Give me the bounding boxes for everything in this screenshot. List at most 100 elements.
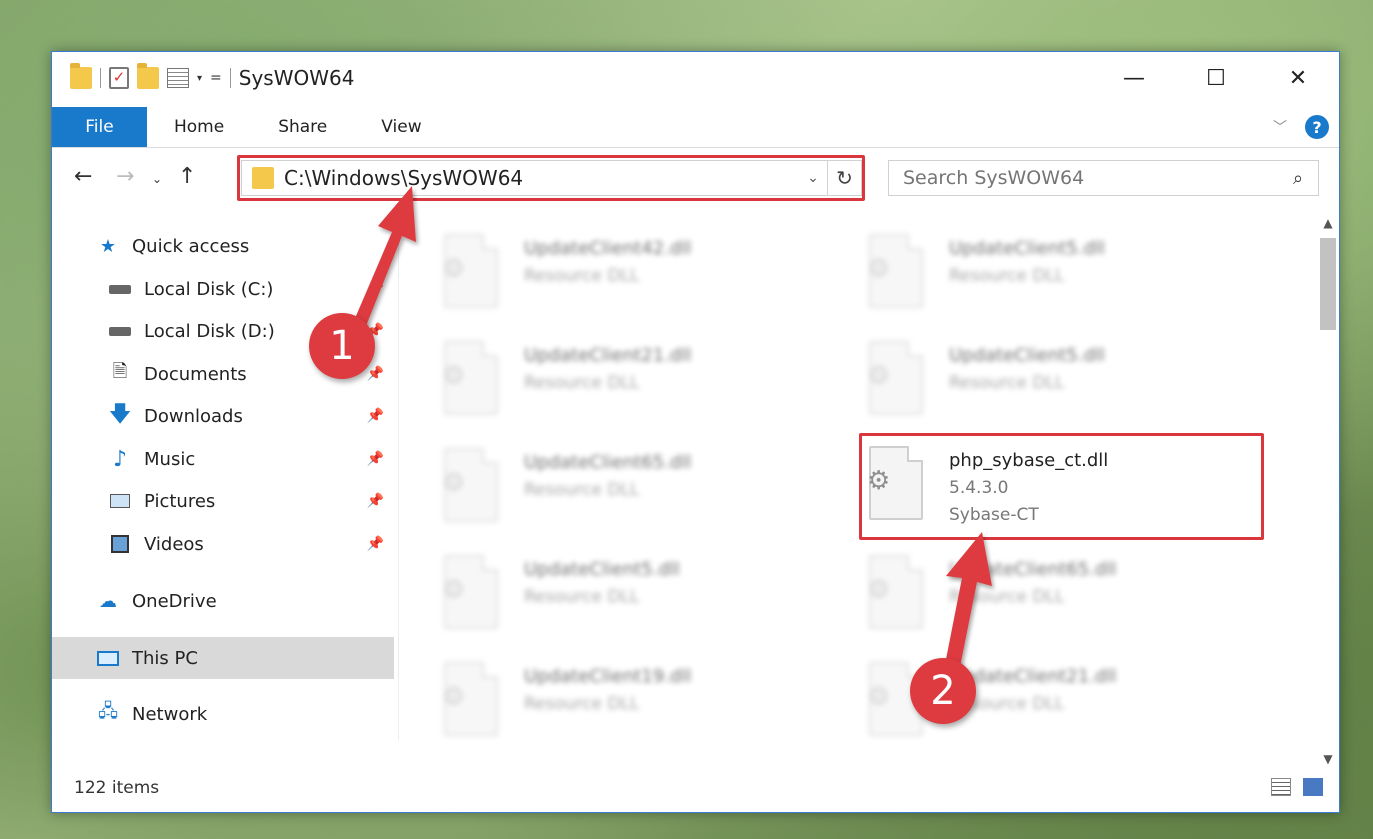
- minimize-button[interactable]: —: [1093, 52, 1175, 104]
- file-item[interactable]: ⚙ UpdateClient5.dll Resource DLL: [857, 333, 1257, 423]
- status-bar: 122 items: [52, 764, 1339, 812]
- chevron-down-icon[interactable]: ﹀: [1273, 117, 1287, 137]
- back-arrow-icon[interactable]: ←: [74, 164, 92, 189]
- large-icons-view-icon[interactable]: [1303, 778, 1323, 796]
- file-item[interactable]: ⚙ UpdateClient65.dll Resource DLL: [432, 440, 832, 530]
- file-type: Resource DLL: [949, 266, 1065, 286]
- sidebar-item-onedrive[interactable]: ☁ OneDrive: [52, 580, 394, 622]
- folder-icon: [70, 63, 92, 89]
- download-icon: 🡇: [108, 402, 132, 427]
- ribbon-divider: [52, 147, 1339, 148]
- file-item[interactable]: ⚙ UpdateClient65.dll Resource DLL: [857, 547, 1257, 637]
- tab-view[interactable]: View: [354, 107, 448, 147]
- details-view-icon[interactable]: [1271, 778, 1291, 796]
- video-icon: [108, 534, 132, 554]
- document-icon: 🗎: [112, 361, 128, 382]
- forward-arrow-icon[interactable]: →: [116, 164, 134, 189]
- scroll-up-icon[interactable]: ▲: [1317, 212, 1339, 234]
- file-item[interactable]: ⚙ UpdateClient5.dll Resource DLL: [432, 547, 832, 637]
- gear-icon: ⚙: [867, 682, 891, 712]
- file-type: Resource DLL: [524, 373, 640, 393]
- computer-icon: [96, 648, 120, 668]
- pin-icon[interactable]: 📌: [367, 536, 384, 552]
- gear-icon: ⚙: [867, 575, 891, 605]
- close-button[interactable]: ✕: [1257, 52, 1339, 104]
- vertical-scrollbar[interactable]: ▲ ▼: [1317, 212, 1339, 770]
- toolbar-separator: [100, 68, 101, 88]
- sidebar-item-downloads[interactable]: 🡇 Downloads 📌: [52, 395, 394, 437]
- properties-check-icon[interactable]: ✓: [109, 67, 129, 89]
- customize-toolbar-caret-icon[interactable]: ▾: [197, 73, 202, 84]
- tab-home[interactable]: Home: [147, 107, 251, 147]
- pane-divider: [398, 220, 399, 740]
- file-item[interactable]: ⚙ UpdateClient5.dll Resource DLL: [857, 226, 1257, 316]
- file-type: Resource DLL: [949, 373, 1065, 393]
- sidebar-item-network[interactable]: 🖧 Network: [52, 693, 394, 735]
- scroll-thumb[interactable]: [1320, 238, 1336, 330]
- file-highlight: [859, 433, 1264, 540]
- file-name: UpdateClient19.dll: [524, 666, 692, 687]
- search-box[interactable]: ⌕: [888, 160, 1319, 196]
- file-item[interactable]: ⚙ UpdateClient19.dll Resource DLL: [432, 654, 832, 744]
- window-controls: — ☐ ✕: [1093, 52, 1339, 104]
- sidebar-item-local-disk-c[interactable]: Local Disk (C:) 📌: [52, 268, 394, 310]
- quick-access-toolbar: ✓ ▾ =: [70, 63, 231, 89]
- sidebar-item-label: OneDrive: [132, 590, 217, 612]
- sidebar-item-videos[interactable]: Videos 📌: [52, 523, 394, 565]
- help-icon[interactable]: ?: [1305, 115, 1329, 139]
- sidebar-item-label: This PC: [132, 647, 198, 669]
- pin-icon[interactable]: 📌: [367, 366, 384, 382]
- sidebar-item-label: Quick access: [132, 235, 250, 257]
- star-icon: ★: [99, 235, 117, 257]
- title-bar: ✓ ▾ = SysWOW64 — ☐ ✕: [52, 52, 1339, 104]
- sidebar-item-label: Videos: [144, 533, 204, 555]
- new-folder-icon[interactable]: [137, 63, 159, 89]
- toolbar-separator: [229, 68, 231, 88]
- file-type: Resource DLL: [524, 480, 640, 500]
- gear-icon: ⚙: [442, 682, 466, 712]
- file-type: Resource DLL: [949, 587, 1065, 607]
- search-icon[interactable]: ⌕: [1278, 168, 1318, 189]
- ribbon-tabs: File Home Share View ﹀ ?: [52, 107, 1339, 147]
- gear-icon: ⚙: [442, 468, 466, 498]
- search-input[interactable]: [903, 167, 1278, 189]
- pin-icon[interactable]: 📌: [367, 408, 384, 424]
- file-item[interactable]: ⚙ UpdateClient42.dll Resource DLL: [432, 226, 832, 316]
- pin-icon[interactable]: 📌: [367, 451, 384, 467]
- network-icon: 🖧: [97, 701, 119, 722]
- maximize-button[interactable]: ☐: [1175, 52, 1257, 104]
- sidebar-item-quick-access[interactable]: ★ Quick access: [52, 225, 394, 267]
- toolbar-dropdown-icon[interactable]: =: [210, 70, 222, 86]
- picture-icon: [108, 491, 132, 511]
- pin-icon[interactable]: 📌: [367, 281, 384, 297]
- sidebar-item-label: Network: [132, 703, 208, 725]
- sidebar-item-pictures[interactable]: Pictures 📌: [52, 480, 394, 522]
- navigation-pane: ★ Quick access Local Disk (C:) 📌 Local D…: [52, 220, 394, 760]
- drive-icon: [108, 321, 132, 341]
- item-count: 122 items: [74, 778, 160, 798]
- file-item[interactable]: ⚙ UpdateClient21.dll Resource DLL: [432, 333, 832, 423]
- gear-icon: ⚙: [867, 361, 891, 391]
- step-1-badge: 1: [309, 313, 375, 379]
- details-view-icon[interactable]: [167, 68, 189, 88]
- address-bar-highlight: [237, 155, 865, 201]
- cloud-icon: ☁: [99, 590, 117, 612]
- sidebar-item-music[interactable]: ♪ Music 📌: [52, 438, 394, 480]
- recent-locations-chevron-icon[interactable]: ⌄: [152, 172, 162, 186]
- pin-icon[interactable]: 📌: [367, 493, 384, 509]
- gear-icon: ⚙: [442, 361, 466, 391]
- view-buttons: [1271, 778, 1323, 796]
- tab-share[interactable]: Share: [251, 107, 354, 147]
- sidebar-item-label: Downloads: [144, 405, 243, 427]
- gear-icon: ⚙: [867, 254, 891, 284]
- file-type: Resource DLL: [524, 266, 640, 286]
- sidebar-item-label: Music: [144, 448, 196, 470]
- step-2-badge: 2: [910, 658, 976, 724]
- sidebar-item-label: Local Disk (D:): [144, 320, 275, 342]
- sidebar-item-label: Documents: [144, 363, 247, 385]
- sidebar-item-label: Pictures: [144, 490, 216, 512]
- tab-file[interactable]: File: [52, 107, 147, 147]
- up-arrow-icon[interactable]: ↑: [178, 164, 196, 189]
- gear-icon: ⚙: [442, 254, 466, 284]
- sidebar-item-this-pc[interactable]: This PC: [52, 637, 394, 679]
